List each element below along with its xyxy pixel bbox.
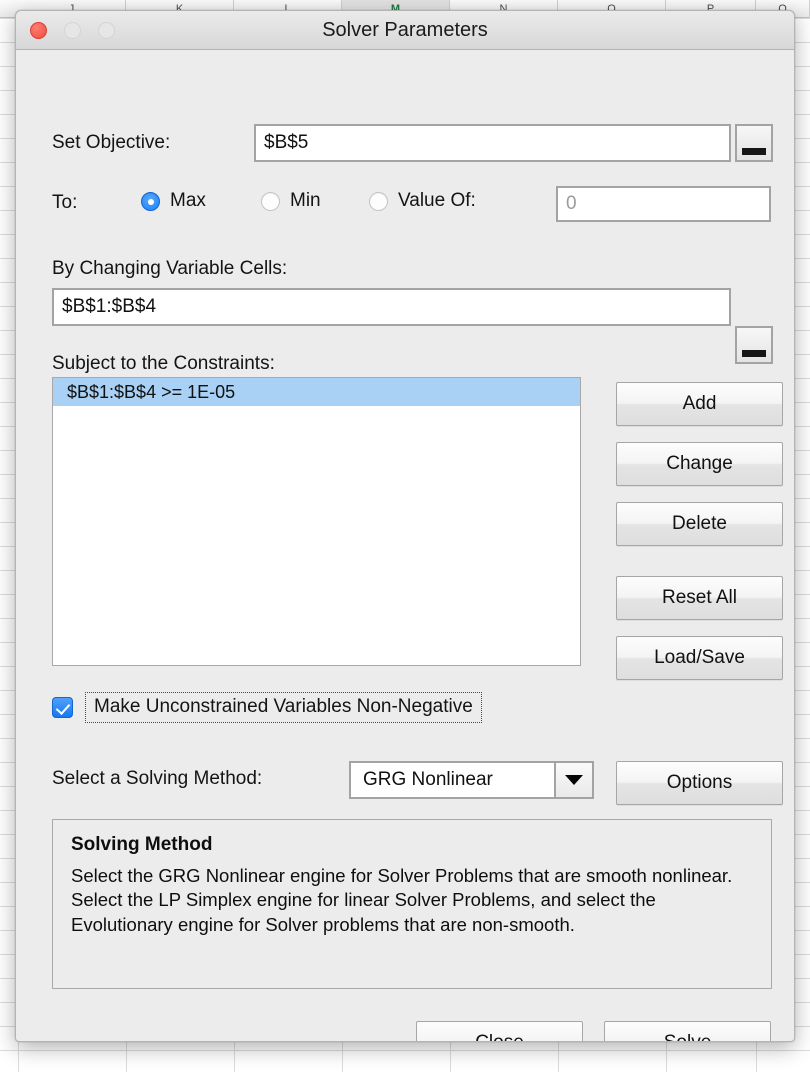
radio-min[interactable]: Min xyxy=(261,190,321,212)
radio-value-of-indicator xyxy=(369,192,388,211)
grid-line-horizontal xyxy=(0,1050,810,1051)
radio-value-of-label: Value Of: xyxy=(398,190,476,212)
unconstrained-nonneg-checkbox-row[interactable]: Make Unconstrained Variables Non-Negativ… xyxy=(52,692,482,723)
set-objective-range-picker-icon[interactable] xyxy=(735,124,773,162)
solve-button[interactable]: Solve xyxy=(604,1021,771,1042)
variable-cells-input[interactable] xyxy=(52,288,731,326)
set-objective-input[interactable] xyxy=(254,124,731,162)
dialog-titlebar: Solver Parameters xyxy=(16,11,794,50)
dialog-title: Solver Parameters xyxy=(16,11,794,50)
reset-all-button[interactable]: Reset All xyxy=(616,576,783,620)
radio-min-indicator xyxy=(261,192,280,211)
set-objective-label: Set Objective: xyxy=(52,132,170,154)
constraints-label: Subject to the Constraints: xyxy=(52,353,275,375)
radio-max-indicator xyxy=(141,192,160,211)
add-constraint-button[interactable]: Add xyxy=(616,382,783,426)
value-of-input[interactable] xyxy=(556,186,771,222)
dialog-body: Set Objective: To: Max Min Value Of: By … xyxy=(16,50,794,126)
close-button[interactable]: Close xyxy=(416,1021,583,1042)
solving-method-selected-value: GRG Nonlinear xyxy=(351,769,554,791)
delete-constraint-button[interactable]: Delete xyxy=(616,502,783,546)
to-label: To: xyxy=(52,192,77,214)
load-save-button[interactable]: Load/Save xyxy=(616,636,783,680)
constraint-list-item[interactable]: $B$1:$B$4 >= 1E-05 xyxy=(53,378,580,406)
variable-cells-label: By Changing Variable Cells: xyxy=(52,258,287,280)
description-body: Select the GRG Nonlinear engine for Solv… xyxy=(71,864,753,937)
solving-method-label: Select a Solving Method: xyxy=(52,768,262,790)
options-button[interactable]: Options xyxy=(616,761,783,805)
unconstrained-nonneg-label: Make Unconstrained Variables Non-Negativ… xyxy=(94,696,473,717)
constraints-listbox[interactable]: $B$1:$B$4 >= 1E-05 xyxy=(52,377,581,666)
variable-cells-range-picker-icon[interactable] xyxy=(735,326,773,364)
radio-value-of[interactable]: Value Of: xyxy=(369,190,476,212)
unconstrained-nonneg-checkbox[interactable] xyxy=(52,697,73,718)
change-constraint-button[interactable]: Change xyxy=(616,442,783,486)
description-title: Solving Method xyxy=(71,834,753,856)
chevron-down-icon[interactable] xyxy=(554,763,592,797)
radio-min-label: Min xyxy=(290,190,321,212)
solving-method-description-panel: Solving Method Select the GRG Nonlinear … xyxy=(52,819,772,989)
unconstrained-nonneg-focus-ring: Make Unconstrained Variables Non-Negativ… xyxy=(85,692,482,723)
solving-method-select[interactable]: GRG Nonlinear xyxy=(349,761,594,799)
radio-max-label: Max xyxy=(170,190,206,212)
solver-parameters-dialog: Solver Parameters Set Objective: To: Max… xyxy=(15,10,795,1042)
radio-max[interactable]: Max xyxy=(141,190,206,212)
